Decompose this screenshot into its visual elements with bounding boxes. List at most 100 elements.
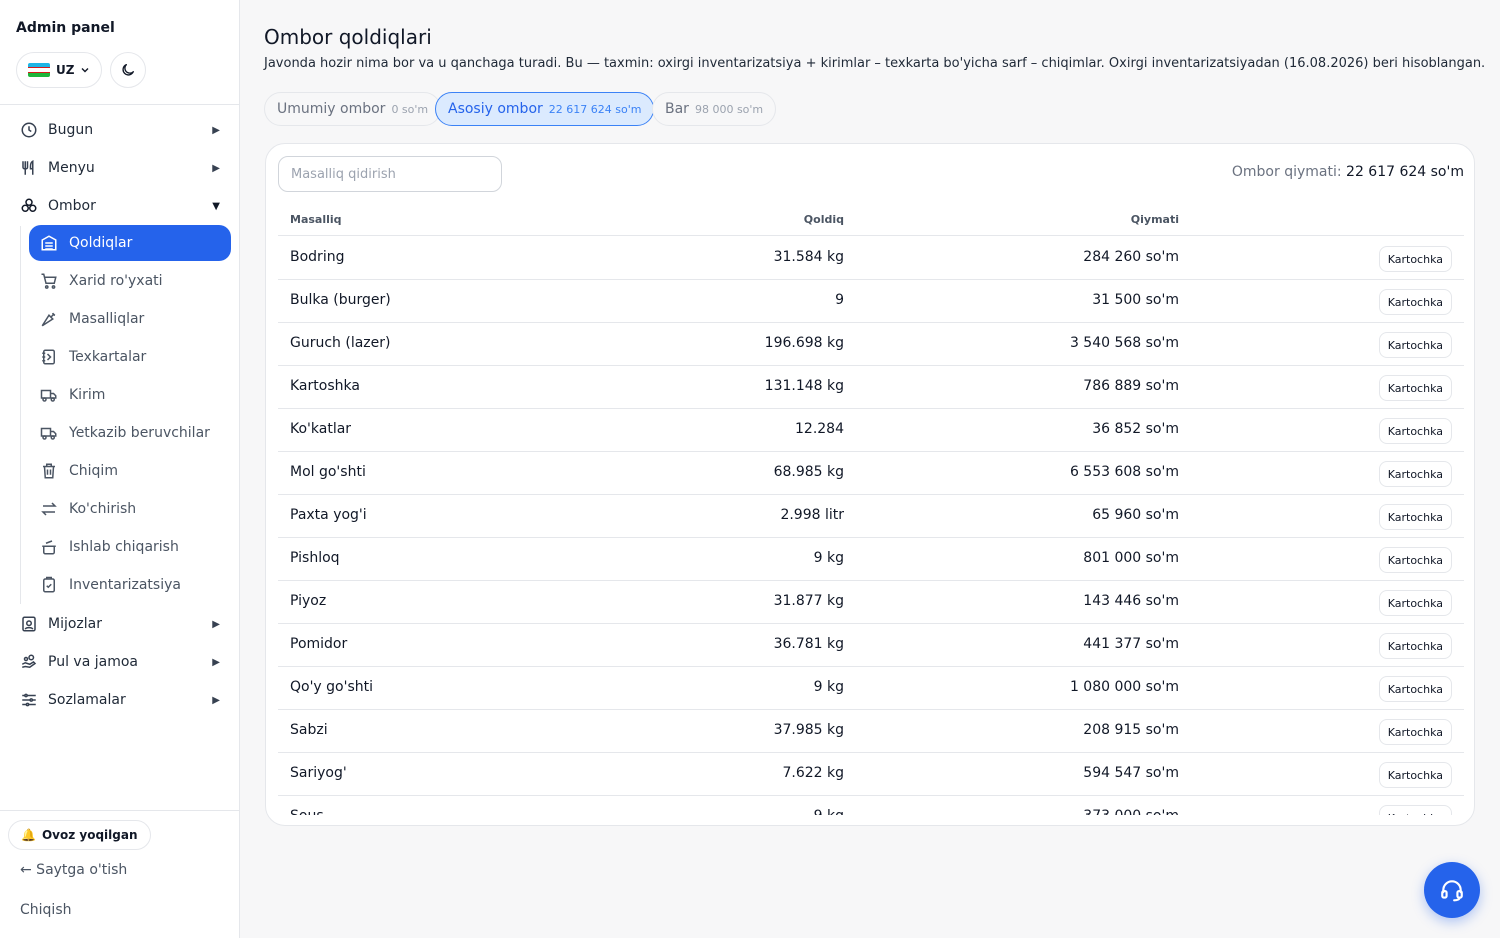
- cooking-pot-icon: [40, 538, 58, 556]
- ingredient-name: Piyoz: [290, 593, 327, 609]
- tab-label: Asosiy ombor: [448, 101, 543, 117]
- sidebar-divider: [0, 104, 239, 105]
- language-selector[interactable]: UZ: [16, 52, 102, 88]
- kartochka-button[interactable]: Kartochka: [1378, 762, 1452, 788]
- logout-link[interactable]: Chiqish: [20, 902, 71, 918]
- sidebar-item-menyu[interactable]: Menyu ▶: [20, 151, 230, 185]
- stock-value: 208 915 so'm: [1083, 722, 1179, 738]
- table-row: Kartoshka 131.148 kg 786 889 so'm Kartochka: [278, 366, 1464, 409]
- sidebar-item-qoldiqlar[interactable]: Qoldiqlar: [29, 225, 231, 261]
- kartochka-button[interactable]: Kartochka: [1378, 246, 1452, 272]
- stock-value: 801 000 so'm: [1083, 550, 1179, 566]
- tab-umumiy-ombor[interactable]: Umumiy ombor 0 so'm: [264, 92, 442, 126]
- sidebar-item-masalliqlar[interactable]: Masalliqlar: [29, 301, 231, 337]
- kartochka-button[interactable]: Kartochka: [1378, 332, 1452, 358]
- table-header: Masalliq Qoldiq Qiymati: [278, 204, 1464, 236]
- hand-coins-icon: [20, 653, 38, 671]
- table-body: Bodring 31.584 kg 284 260 so'm Kartochka Bul…: [278, 237, 1464, 815]
- sidebar-item-label: Ombor: [48, 198, 96, 214]
- sidebar-item-mijozlar[interactable]: Mijozlar ▶: [20, 607, 230, 641]
- ingredient-name: Bodring: [290, 249, 345, 265]
- stock-value: 373 000 so'm: [1083, 808, 1179, 815]
- column-header-name: Masalliq: [290, 213, 342, 226]
- sound-toggle-button[interactable]: 🔔 Ovoz yoqilgan: [8, 820, 151, 850]
- page-description: Javonda hozir nima bor va u qanchaga tur…: [264, 56, 1486, 71]
- sidebar-item-label: Chiqim: [69, 463, 118, 479]
- ingredient-name: Pishloq: [290, 550, 340, 566]
- stock-quantity: 7.622 kg: [782, 765, 844, 781]
- stock-value: 36 852 so'm: [1092, 421, 1179, 437]
- table-row: Piyoz 31.877 kg 143 446 so'm Kartochka: [278, 581, 1464, 624]
- ingredient-name: Qo'y go'shti: [290, 679, 374, 695]
- stock-quantity: 31.584 kg: [773, 249, 844, 265]
- truck-icon: [40, 386, 58, 404]
- kartochka-button[interactable]: Kartochka: [1378, 418, 1452, 444]
- clock-icon: [20, 121, 38, 139]
- kartochka-button[interactable]: Kartochka: [1378, 547, 1452, 573]
- support-button[interactable]: [1424, 862, 1480, 918]
- search-input[interactable]: [278, 156, 502, 192]
- sidebar-item-label: Masalliqlar: [69, 311, 145, 327]
- sidebar-item-inventarizatsiya[interactable]: Inventarizatsiya: [29, 567, 231, 603]
- stock-quantity: 131.148 kg: [764, 378, 844, 394]
- sidebar-item-ombor[interactable]: Ombor ▼: [20, 189, 230, 223]
- kartochka-button[interactable]: Kartochka: [1378, 504, 1452, 530]
- table-row: Guruch (lazer) 196.698 kg 3 540 568 so'm Ka…: [278, 323, 1464, 366]
- expand-arrow-icon: ▶: [212, 124, 220, 136]
- sidebar-item-label: Bugun: [48, 122, 94, 138]
- sidebar-item-pul-va-jamoa[interactable]: Pul va jamoa ▶: [20, 645, 230, 679]
- table-row: Sous 9 kg 373 000 so'm Kartochka: [278, 796, 1464, 815]
- stock-quantity: 36.781 kg: [773, 636, 844, 652]
- expand-arrow-icon: ▶: [212, 162, 220, 174]
- warehouse-total: Ombor qiymati: 22 617 624 so'm: [1232, 164, 1464, 180]
- tab-bar[interactable]: Bar 98 000 so'm: [652, 92, 777, 126]
- moon-icon: [122, 64, 134, 76]
- table-row: Pishloq 9 kg 801 000 so'm Kartochka: [278, 538, 1464, 581]
- stock-value: 594 547 so'm: [1083, 765, 1179, 781]
- stock-quantity: 196.698 kg: [764, 335, 844, 351]
- sidebar-item-label: Texkartalar: [69, 349, 147, 365]
- sidebar-item-label: Sozlamalar: [48, 692, 126, 708]
- stock-quantity: 9 kg: [813, 679, 844, 695]
- tab-amount: 22 617 624 so'm: [548, 102, 642, 116]
- sidebar-item-yetkazib-beruvchilar[interactable]: Yetkazib beruvchilar: [29, 415, 231, 451]
- kartochka-button[interactable]: Kartochka: [1378, 289, 1452, 315]
- sidebar-item-chiqim[interactable]: Chiqim: [29, 453, 231, 489]
- theme-toggle-button[interactable]: [110, 52, 146, 88]
- kartochka-button[interactable]: Kartochka: [1378, 375, 1452, 401]
- sidebar-item-sozlamalar[interactable]: Sozlamalar ▶: [20, 683, 230, 717]
- ingredient-name: Bulka (burger): [290, 292, 391, 308]
- stock-quantity: 12.284: [795, 421, 844, 437]
- trash-icon: [40, 462, 58, 480]
- expand-arrow-icon: ▶: [212, 656, 220, 668]
- kartochka-button[interactable]: Kartochka: [1378, 633, 1452, 659]
- sidebar-item-texkartalar[interactable]: Texkartalar: [29, 339, 231, 375]
- contact-icon: [20, 615, 38, 633]
- ingredient-name: Guruch (lazer): [290, 335, 391, 351]
- page-title: Ombor qoldiqlari: [264, 25, 432, 49]
- stock-value: 441 377 so'm: [1083, 636, 1179, 652]
- stock-quantity: 9 kg: [813, 550, 844, 566]
- stock-value: 3 540 568 so'm: [1069, 335, 1179, 351]
- kartochka-button[interactable]: Kartochka: [1378, 719, 1452, 745]
- stock-quantity: 2.998 litr: [780, 507, 844, 523]
- sidebar-item-kochirish[interactable]: Ko'chirish: [29, 491, 231, 527]
- collapse-arrow-icon: ▼: [212, 200, 220, 212]
- table-row: Paxta yog'i 2.998 litr 65 960 so'm Kartochk…: [278, 495, 1464, 538]
- back-to-site-link[interactable]: ← Saytga o'tish: [20, 862, 127, 878]
- table-row: Qo'y go'shti 9 kg 1 080 000 so'm Kartochka: [278, 667, 1464, 710]
- table-row: Bulka (burger) 9 31 500 so'm Kartochka: [278, 280, 1464, 323]
- boxes-icon: [20, 197, 38, 215]
- tab-label: Bar: [665, 101, 689, 117]
- sidebar-item-bugun[interactable]: Bugun ▶: [20, 113, 230, 147]
- sliders-icon: [20, 691, 38, 709]
- sidebar-item-kirim[interactable]: Kirim: [29, 377, 231, 413]
- kartochka-button[interactable]: Kartochka: [1378, 590, 1452, 616]
- sound-label: Ovoz yoqilgan: [41, 828, 138, 842]
- kartochka-button[interactable]: Kartochka: [1378, 676, 1452, 702]
- tab-asosiy-ombor[interactable]: Asosiy ombor 22 617 624 so'm: [435, 92, 655, 126]
- kartochka-button[interactable]: Kartochka: [1378, 805, 1452, 815]
- sidebar-item-ishlab-chiqarish[interactable]: Ishlab chiqarish: [29, 529, 231, 565]
- kartochka-button[interactable]: Kartochka: [1378, 461, 1452, 487]
- sidebar-item-xarid-royxati[interactable]: Xarid ro'yxati: [29, 263, 231, 299]
